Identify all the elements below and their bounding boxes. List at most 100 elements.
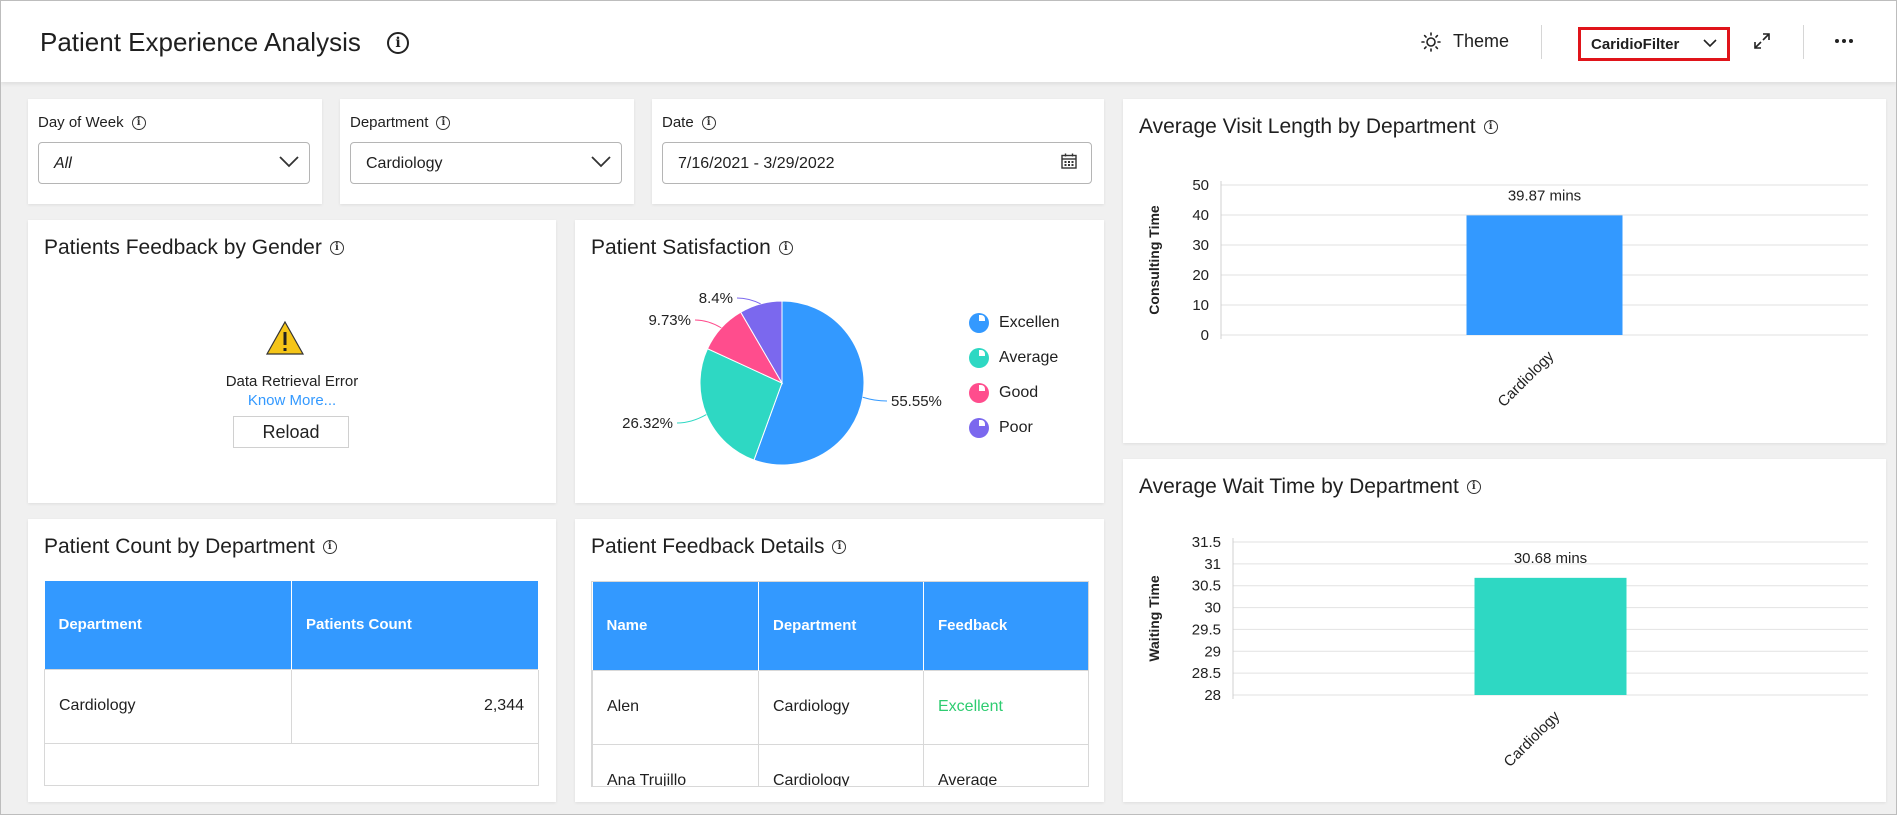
visit-length-card: Average Visit Length by Department i 50 40… <box>1123 99 1886 443</box>
info-icon[interactable]: i <box>322 540 337 555</box>
x-tick-label: Cardiology <box>1501 707 1564 770</box>
y-tick-label: 40 <box>1192 207 1209 224</box>
error-message: Data Retrieval Error <box>225 373 359 390</box>
legend-label: Poor <box>999 419 1033 436</box>
x-tick-label: Cardiology <box>1495 347 1558 410</box>
info-icon[interactable]: i <box>387 32 409 54</box>
filter-label: Day of Week i <box>38 114 146 131</box>
y-axis-label: Consulting Time <box>1146 205 1162 315</box>
filter-day-of-week: Day of Week i All <box>28 99 322 204</box>
pie-leader-line <box>862 396 888 402</box>
y-tick-label: 28 <box>1204 687 1221 704</box>
legend-item[interactable]: Average <box>969 348 1058 368</box>
warning-icon <box>265 320 305 355</box>
y-tick-label: 10 <box>1192 297 1209 314</box>
filter-label: Date i <box>662 114 716 131</box>
know-more-link[interactable]: Know More... <box>28 392 556 409</box>
filter-date: Date i 7/16/2021 - 3/29/2022 <box>652 99 1104 204</box>
day-of-week-value: All <box>54 155 72 172</box>
wait-time-bar-chart: 31.5 31 30.5 30 29.5 29 28.5 28 Waiting Time 30.6… <box>1146 534 1868 771</box>
info-icon[interactable]: i <box>131 116 146 131</box>
header-bar: Patient Experience Analysis i Theme Cari… <box>1 1 1896 82</box>
y-tick-label: 0 <box>1201 327 1209 344</box>
theme-label: Theme <box>1453 31 1510 51</box>
dashboard-frame: Patient Experience Analysis i Theme Cari… <box>0 0 1897 815</box>
maximize-icon[interactable] <box>1750 29 1774 53</box>
filter-label: Department i <box>350 114 451 131</box>
info-icon[interactable]: i <box>329 241 344 256</box>
table-row[interactable]: Alen Cardiology Excellent <box>592 669 1088 745</box>
filter-date-label: Date <box>662 114 694 131</box>
card-title: Patients Feedback by Gender i <box>44 236 344 260</box>
sun-icon <box>1421 31 1441 52</box>
y-tick-label: 20 <box>1192 267 1209 284</box>
column-header[interactable]: Patients Count <box>291 581 539 669</box>
y-tick-label: 31.5 <box>1192 534 1221 551</box>
department-select[interactable]: Cardiology <box>350 142 622 184</box>
column-header[interactable]: Name <box>592 582 759 670</box>
legend-item[interactable]: Good <box>969 383 1038 403</box>
legend-item[interactable]: Excellen <box>969 313 1059 333</box>
table-row <box>44 742 539 786</box>
pie-data-label: 9.73% <box>648 312 691 329</box>
table-row[interactable]: Cardiology 2,344 <box>44 668 539 744</box>
filter-department: Department i Cardiology <box>340 99 634 204</box>
table-cell: Alen <box>592 669 759 745</box>
date-range-input[interactable]: 7/16/2021 - 3/29/2022 <box>662 142 1092 184</box>
column-header[interactable]: Feedback <box>923 582 1088 670</box>
card-title-text: Patient Count by Department <box>44 535 315 558</box>
legend-label: Good <box>999 384 1039 401</box>
pie-data-label: 26.32% <box>622 415 673 432</box>
feedback-details-table: Name Department Feedback Alen Cardiology… <box>592 582 1088 786</box>
filter-department-label: Department <box>350 114 429 131</box>
y-tick-label: 29 <box>1204 643 1221 660</box>
legend-pie-icon <box>969 418 989 438</box>
dashboard-filter-select[interactable]: CaridioFilter <box>1578 27 1730 61</box>
feedback-cell-excellent: Excellent <box>923 669 1088 745</box>
feedback-table-viewport[interactable]: Name Department Feedback Alen Cardiology… <box>591 581 1089 787</box>
table-cell: Average <box>923 743 1088 786</box>
legend-pie-icon <box>969 313 989 333</box>
chevron-down-icon <box>1703 39 1717 48</box>
y-tick-label: 30 <box>1192 237 1209 254</box>
card-title-text: Patients Feedback by Gender <box>44 236 322 259</box>
legend-pie-icon <box>969 383 989 403</box>
more-options-icon[interactable] <box>1832 29 1856 53</box>
info-icon[interactable]: i <box>832 540 847 555</box>
table-cell: Cardiology <box>758 669 924 745</box>
y-tick-label: 30.5 <box>1192 578 1221 595</box>
patient-satisfaction-card: Patient Satisfaction i 55.55% 26.32% 9.73% 8… <box>575 220 1104 503</box>
visit-length-bar-chart: 50 40 30 20 10 0 Consulting Time 39.87 mins Card… <box>1146 177 1868 411</box>
feedback-by-gender-card: Patients Feedback by Gender i Data Retrie… <box>28 220 556 503</box>
legend-item[interactable]: Poor <box>969 418 1033 438</box>
y-tick-label: 28.5 <box>1192 665 1221 682</box>
legend-label: Average <box>999 349 1059 366</box>
column-header[interactable]: Department <box>44 581 292 669</box>
y-tick-label: 31 <box>1204 556 1221 573</box>
table-cell: 2,344 <box>291 668 539 744</box>
column-header[interactable]: Department <box>758 582 924 670</box>
table-cell: Ana Trujillo <box>592 743 759 786</box>
info-icon[interactable]: i <box>701 116 716 131</box>
page-title: Patient Experience Analysis <box>40 27 361 57</box>
patient-count-card: Patient Count by Department i Department … <box>28 519 556 802</box>
y-axis-label: Waiting Time <box>1146 575 1162 662</box>
wait-time-card: Average Wait Time by Department i 31.5 31 3… <box>1123 459 1886 802</box>
day-of-week-select[interactable]: All <box>38 142 310 184</box>
legend-pie-icon <box>969 348 989 368</box>
pie-data-label: 55.55% <box>891 393 942 410</box>
calendar-icon[interactable] <box>1061 153 1077 169</box>
table-row[interactable]: Ana Trujillo Cardiology Average <box>592 743 1088 786</box>
y-tick-label: 30 <box>1204 600 1221 617</box>
chevron-down-icon <box>591 156 611 168</box>
bar[interactable] <box>1466 215 1623 335</box>
divider <box>1541 25 1542 59</box>
bar[interactable] <box>1474 577 1627 695</box>
info-icon[interactable]: i <box>436 116 451 131</box>
divider <box>1803 25 1804 59</box>
filter-day-label: Day of Week <box>38 114 124 131</box>
empty-row <box>44 742 539 786</box>
reload-button[interactable]: Reload <box>233 416 349 448</box>
theme-button[interactable]: Theme <box>1421 31 1509 52</box>
legend-label: Excellen <box>999 314 1060 331</box>
